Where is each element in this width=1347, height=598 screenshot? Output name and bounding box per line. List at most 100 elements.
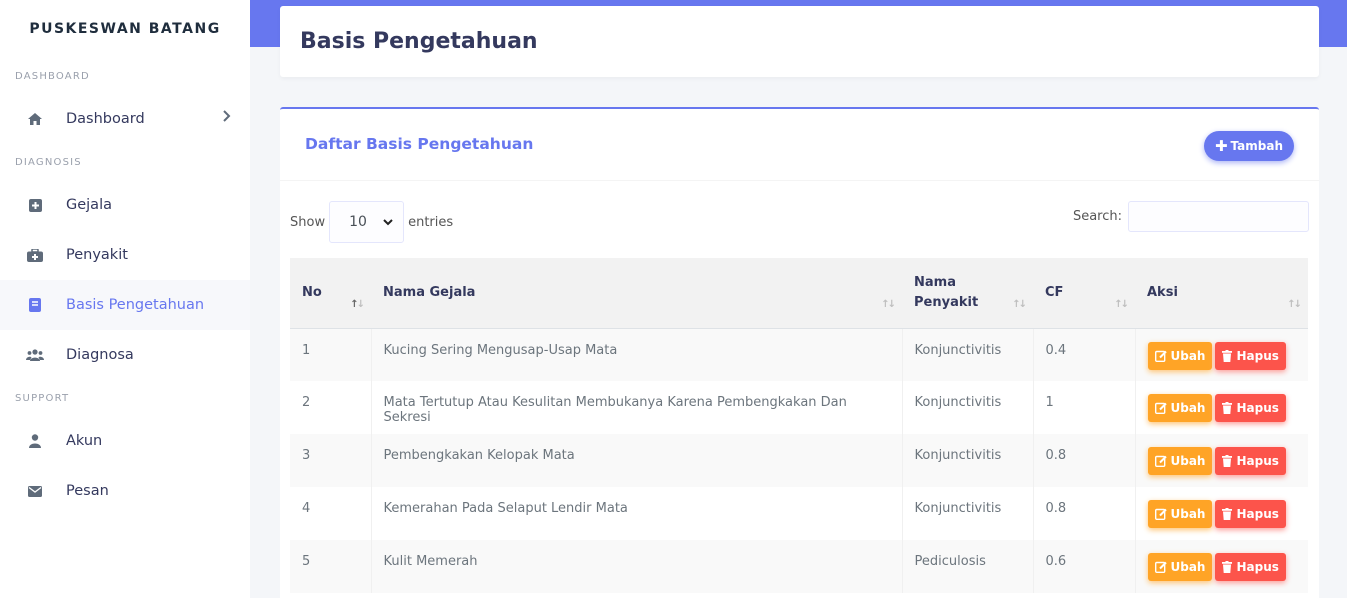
knowledge-base-card: Daftar Basis Pengetahuan ✚ Tambah Show 1…	[280, 107, 1319, 598]
cell-cf: 1	[1033, 381, 1136, 434]
sidebar-item-penyakit[interactable]: Penyakit	[0, 230, 250, 280]
card-header: Daftar Basis Pengetahuan ✚ Tambah	[280, 109, 1319, 181]
card-title: Daftar Basis Pengetahuan	[305, 135, 534, 153]
chevron-right-icon	[222, 109, 232, 127]
edit-icon	[1154, 508, 1167, 520]
users-icon	[26, 346, 44, 364]
book-icon	[26, 296, 44, 314]
menu-header-diagnosis: DIAGNOSIS	[15, 156, 82, 168]
page-title: Basis Pengetahuan	[300, 29, 538, 54]
cell-gejala: Kulit Memerah	[371, 540, 903, 593]
search-input[interactable]	[1128, 200, 1309, 232]
delete-button[interactable]: Hapus	[1215, 553, 1286, 581]
column-header-cf[interactable]: CF ↑↓	[1033, 258, 1135, 329]
cell-penyakit: Konjunctivitis	[902, 328, 1034, 381]
edit-button[interactable]: Ubah	[1147, 447, 1213, 475]
sidebar-item-label: Diagnosa	[66, 347, 134, 363]
sidebar-item-gejala[interactable]: Gejala	[0, 180, 250, 230]
delete-button[interactable]: Hapus	[1215, 341, 1286, 370]
entries-select-value: 10	[349, 214, 367, 230]
delete-button[interactable]: Hapus	[1215, 500, 1286, 528]
cell-no: 3	[290, 434, 372, 487]
column-header-no[interactable]: No ↑↓	[290, 258, 371, 329]
cell-cf: 0.6	[1033, 540, 1136, 593]
add-button-label: Tambah	[1230, 139, 1284, 153]
sort-icon: ↑↓	[1012, 298, 1027, 310]
datatable-controls: Show 10 entries Search:	[290, 200, 1309, 245]
search-label: Search:	[1072, 208, 1122, 224]
table-row: 1 Kucing Sering Mengusap-Usap Mata Konju…	[290, 328, 1308, 381]
cell-actions: Ubah Hapus	[1135, 328, 1308, 381]
edit-icon	[1154, 455, 1167, 467]
sort-icon: ↑↓	[881, 298, 896, 310]
table-row: 4 Kemerahan Pada Selaput Lendir Mata Kon…	[290, 487, 1308, 540]
sort-icon: ↑↓	[1114, 298, 1129, 310]
edit-button[interactable]: Ubah	[1147, 394, 1213, 422]
cell-gejala: Kemerahan Pada Selaput Lendir Mata	[371, 487, 903, 540]
entries-label: entries	[408, 214, 454, 230]
edit-button[interactable]: Ubah	[1147, 553, 1213, 581]
trash-icon	[1222, 402, 1233, 414]
envelope-icon	[26, 482, 44, 500]
chevron-down-icon	[383, 214, 393, 230]
edit-icon	[1154, 402, 1167, 414]
show-label: Show	[290, 214, 326, 230]
table-row: 3 Pembengkakan Kelopak Mata Konjunctivit…	[290, 434, 1308, 487]
cell-no: 2	[290, 381, 372, 434]
sidebar-item-akun[interactable]: Akun	[0, 416, 250, 466]
edit-button[interactable]: Ubah	[1147, 341, 1213, 370]
brand-title[interactable]: PUSKESWAN BATANG	[0, 0, 250, 58]
sidebar: PUSKESWAN BATANG DASHBOARD Dashboard DIA…	[0, 0, 250, 598]
section-header: Basis Pengetahuan	[280, 6, 1319, 77]
cell-penyakit: Pediculosis	[902, 540, 1034, 593]
cell-actions: Ubah Hapus	[1135, 381, 1308, 434]
edit-icon	[1154, 350, 1167, 362]
column-header-nama-gejala[interactable]: Nama Gejala ↑↓	[371, 258, 902, 329]
medkit-icon	[26, 246, 44, 264]
edit-button[interactable]: Ubah	[1147, 500, 1213, 528]
sidebar-item-label: Penyakit	[66, 247, 128, 263]
cell-cf: 0.8	[1033, 487, 1136, 540]
sort-icon: ↑↓	[1287, 298, 1302, 310]
sidebar-item-diagnosa[interactable]: Diagnosa	[0, 330, 250, 380]
cell-actions: Ubah Hapus	[1135, 540, 1308, 593]
sidebar-item-label: Akun	[66, 433, 103, 449]
plus-square-icon	[26, 196, 44, 214]
search-control: Search:	[1072, 200, 1309, 232]
sidebar-item-label: Dashboard	[66, 111, 145, 127]
trash-icon	[1222, 508, 1233, 520]
home-icon	[26, 110, 44, 128]
trash-icon	[1222, 455, 1233, 467]
cell-gejala: Mata Tertutup Atau Kesulitan Membukanya …	[371, 381, 903, 434]
cell-no: 5	[290, 540, 372, 593]
menu-header-support: SUPPORT	[15, 392, 70, 404]
cell-no: 4	[290, 487, 372, 540]
table-row: 2 Mata Tertutup Atau Kesulitan Membukany…	[290, 381, 1308, 434]
cell-penyakit: Konjunctivitis	[902, 434, 1034, 487]
column-header-aksi[interactable]: Aksi ↑↓	[1135, 258, 1308, 329]
cell-cf: 0.8	[1033, 434, 1136, 487]
knowledge-base-table: No ↑↓ Nama Gejala ↑↓ Nama Penyakit ↑↓ CF ↑↓ …	[290, 258, 1308, 593]
menu-header-dashboard: DASHBOARD	[15, 70, 90, 82]
sidebar-item-pesan[interactable]: Pesan	[0, 466, 250, 516]
trash-icon	[1222, 349, 1233, 362]
cell-actions: Ubah Hapus	[1135, 434, 1308, 487]
cell-gejala: Kucing Sering Mengusap-Usap Mata	[371, 328, 903, 381]
table-row: 5 Kulit Memerah Pediculosis 0.6 Ubah Hapu…	[290, 540, 1308, 593]
delete-button[interactable]: Hapus	[1215, 447, 1286, 475]
entries-select[interactable]: 10	[329, 201, 405, 243]
cell-gejala: Pembengkakan Kelopak Mata	[371, 434, 903, 487]
user-icon	[26, 432, 44, 450]
cell-no: 1	[290, 328, 372, 381]
delete-button[interactable]: Hapus	[1215, 394, 1286, 422]
sidebar-item-label: Pesan	[66, 483, 109, 499]
column-header-nama-penyakit[interactable]: Nama Penyakit ↑↓	[902, 258, 1033, 329]
add-button[interactable]: ✚ Tambah	[1204, 131, 1294, 161]
cell-penyakit: Konjunctivitis	[902, 381, 1034, 434]
table-header-row: No ↑↓ Nama Gejala ↑↓ Nama Penyakit ↑↓ CF ↑↓ …	[290, 258, 1308, 329]
trash-icon	[1222, 561, 1233, 573]
sidebar-item-basis-pengetahuan[interactable]: Basis Pengetahuan	[0, 280, 250, 330]
sidebar-item-label: Basis Pengetahuan	[66, 297, 205, 313]
plus-icon: ✚	[1214, 137, 1228, 155]
sidebar-item-dashboard[interactable]: Dashboard	[0, 94, 250, 144]
